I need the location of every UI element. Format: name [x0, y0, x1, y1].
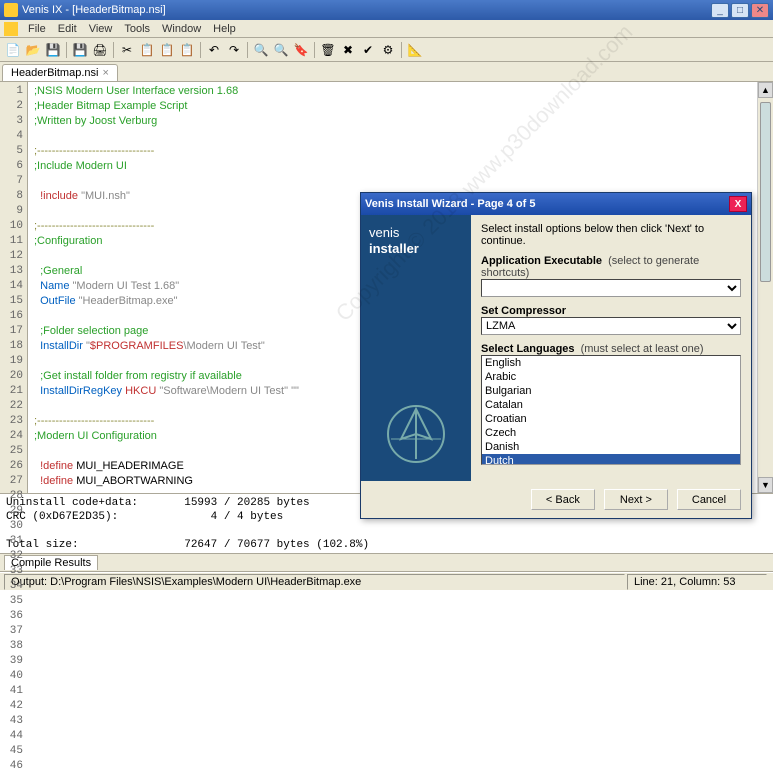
toolbar-button-1[interactable]: 📂 — [24, 41, 42, 59]
toolbar-button-0[interactable]: 📄 — [4, 41, 22, 59]
wizard-button-row: < Back Next > Cancel — [361, 481, 751, 518]
menu-file[interactable]: File — [22, 23, 52, 35]
toolbar-separator — [66, 42, 67, 58]
maximize-button[interactable]: □ — [731, 3, 749, 18]
back-button[interactable]: < Back — [531, 489, 595, 510]
toolbar-button-11[interactable]: 🔍 — [252, 41, 270, 59]
next-button[interactable]: Next > — [604, 489, 668, 510]
menu-edit[interactable]: Edit — [52, 23, 83, 35]
toolbar-separator — [200, 42, 201, 58]
language-item[interactable]: Czech — [482, 426, 740, 440]
toolbar-button-8[interactable]: 📋 — [178, 41, 196, 59]
language-item[interactable]: English — [482, 356, 740, 370]
wizard-title: Venis Install Wizard - Page 4 of 5 — [365, 198, 729, 210]
window-titlebar: Venis IX - [HeaderBitmap.nsi] _ □ ✕ — [0, 0, 773, 20]
toolbar-button-14[interactable]: 🗑 — [319, 41, 337, 59]
compressor-label: Set Compressor — [481, 305, 566, 317]
menu-help[interactable]: Help — [207, 23, 242, 35]
toolbar-separator — [314, 42, 315, 58]
scroll-up-icon[interactable]: ▲ — [758, 82, 773, 98]
toolbar-button-4[interactable]: 🖨 — [91, 41, 109, 59]
language-item[interactable]: Arabic — [482, 370, 740, 384]
vertical-scrollbar[interactable]: ▲ ▼ — [757, 82, 773, 493]
toolbar: 📄📂💾💾🖨✂📋📋📋↶↷🔍🔍🔖🗑✖✔⚙📐 — [0, 38, 773, 62]
minimize-button[interactable]: _ — [711, 3, 729, 18]
language-item[interactable]: Bulgarian — [482, 384, 740, 398]
toolbar-button-15[interactable]: ✖ — [339, 41, 357, 59]
toolbar-separator — [113, 42, 114, 58]
status-cursor-pos: Line: 21, Column: 53 — [627, 574, 767, 590]
tab-close-icon[interactable]: × — [102, 67, 108, 79]
languages-listbox[interactable]: EnglishArabicBulgarianCatalanCroatianCze… — [481, 355, 741, 465]
tab-bar: HeaderBitmap.nsi × — [0, 62, 773, 82]
toolbar-separator — [247, 42, 248, 58]
toolbar-button-3[interactable]: 💾 — [71, 41, 89, 59]
language-item[interactable]: Danish — [482, 440, 740, 454]
wizard-logo-icon — [381, 399, 451, 469]
status-output-path: Output: D:\Program Files\NSIS\Examples\M… — [4, 574, 625, 590]
scroll-down-icon[interactable]: ▼ — [758, 477, 773, 493]
toolbar-separator — [401, 42, 402, 58]
toolbar-button-6[interactable]: 📋 — [138, 41, 156, 59]
language-item[interactable]: Croatian — [482, 412, 740, 426]
language-item[interactable]: Dutch — [482, 454, 740, 465]
menu-bar: FileEditViewToolsWindowHelp — [0, 20, 773, 38]
menu-view[interactable]: View — [83, 23, 119, 35]
cancel-button[interactable]: Cancel — [677, 489, 741, 510]
editor-tab[interactable]: HeaderBitmap.nsi × — [2, 64, 118, 81]
toolbar-button-10[interactable]: ↷ — [225, 41, 243, 59]
menu-tools[interactable]: Tools — [118, 23, 156, 35]
languages-sublabel: (must select at least one) — [581, 343, 704, 355]
wizard-close-button[interactable]: X — [729, 196, 747, 212]
toolbar-button-13[interactable]: 🔖 — [292, 41, 310, 59]
executable-select[interactable] — [481, 279, 741, 297]
wizard-main: Select install options below then click … — [471, 215, 751, 481]
toolbar-button-5[interactable]: ✂ — [118, 41, 136, 59]
wizard-instructions: Select install options below then click … — [481, 223, 741, 247]
menu-window[interactable]: Window — [156, 23, 207, 35]
app-icon-small — [4, 22, 18, 36]
close-button[interactable]: ✕ — [751, 3, 769, 18]
app-icon — [4, 3, 18, 17]
toolbar-button-9[interactable]: ↶ — [205, 41, 223, 59]
wizard-brand: venis installer — [369, 225, 463, 256]
install-wizard-dialog: Venis Install Wizard - Page 4 of 5 X ven… — [360, 192, 752, 519]
language-item[interactable]: Catalan — [482, 398, 740, 412]
toolbar-button-16[interactable]: ✔ — [359, 41, 377, 59]
toolbar-button-12[interactable]: 🔍 — [272, 41, 290, 59]
wizard-titlebar: Venis Install Wizard - Page 4 of 5 X — [361, 193, 751, 215]
line-gutter: 1 2 3 4 5 6 7 8 9 10 11 12 13 14 15 16 1… — [0, 82, 28, 493]
window-title: Venis IX - [HeaderBitmap.nsi] — [22, 4, 711, 16]
output-tab-bar: Compile Results — [0, 554, 773, 572]
toolbar-button-18[interactable]: 📐 — [406, 41, 424, 59]
compressor-select[interactable]: LZMA — [481, 317, 741, 335]
toolbar-button-2[interactable]: 💾 — [44, 41, 62, 59]
toolbar-button-17[interactable]: ⚙ — [379, 41, 397, 59]
exec-label: Application Executable — [481, 255, 602, 267]
scroll-thumb[interactable] — [760, 102, 771, 282]
toolbar-button-7[interactable]: 📋 — [158, 41, 176, 59]
languages-label: Select Languages — [481, 343, 575, 355]
status-bar: Output: D:\Program Files\NSIS\Examples\M… — [0, 572, 773, 590]
tab-label: HeaderBitmap.nsi — [11, 67, 98, 79]
wizard-sidebar: venis installer — [361, 215, 471, 481]
